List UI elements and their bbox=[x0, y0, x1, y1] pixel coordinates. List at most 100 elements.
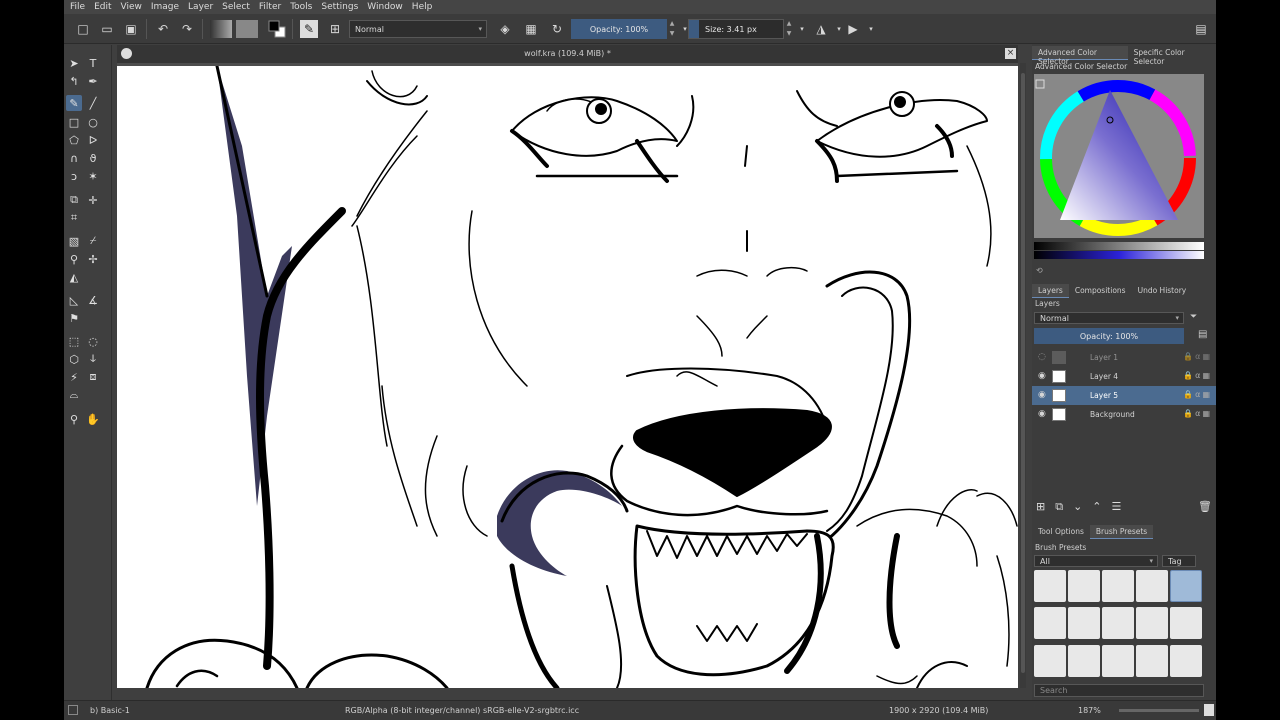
tab-advanced-color-selector[interactable]: Advanced Color Selector bbox=[1032, 46, 1128, 66]
new-document-icon[interactable]: □ bbox=[74, 20, 92, 38]
menu-edit[interactable]: Edit bbox=[94, 2, 111, 12]
preset-filter-dropdown[interactable]: All ▾ bbox=[1034, 555, 1158, 567]
dynamic-brush-icon[interactable]: ↄ bbox=[66, 168, 82, 184]
drawing-canvas[interactable] bbox=[117, 66, 1018, 688]
eye-icon[interactable]: ◉ bbox=[1038, 371, 1046, 381]
colorspace-label[interactable]: RGB/Alpha (8-bit integer/channel) sRGB-e… bbox=[345, 706, 579, 715]
filter-icon[interactable]: ⏷ bbox=[1190, 312, 1197, 322]
fill-tool-icon[interactable]: ◭ bbox=[66, 269, 82, 285]
tag-dropdown[interactable]: Tag bbox=[1162, 555, 1196, 567]
color-wheel[interactable] bbox=[1034, 74, 1204, 238]
layer-row[interactable]: ◉ Layer 4 🔒α▦ bbox=[1032, 367, 1216, 386]
add-layer-icon[interactable]: ⊞ bbox=[1036, 500, 1055, 513]
mirror-horizontal-icon[interactable]: ◮ bbox=[812, 20, 830, 38]
layer-blend-dropdown[interactable]: Normal ▾ bbox=[1034, 312, 1184, 324]
mirror-vertical-icon[interactable]: ▶ bbox=[844, 20, 862, 38]
grid-presets-icon[interactable]: ⊞ bbox=[326, 20, 344, 38]
brush-preset-smudge[interactable] bbox=[1102, 607, 1134, 640]
lock-icon[interactable]: 🔒α▦ bbox=[1183, 409, 1212, 418]
menu-file[interactable]: File bbox=[70, 2, 85, 12]
fullscreen-icon[interactable] bbox=[1204, 704, 1214, 716]
opacity-spinner[interactable]: ▲ ▼ bbox=[668, 19, 676, 39]
undo-icon[interactable]: ↶ bbox=[154, 20, 172, 38]
brush-preset-liner[interactable] bbox=[1170, 607, 1202, 640]
polygon-tool-icon[interactable]: ⬠ bbox=[66, 132, 82, 148]
freehand-select-icon[interactable]: ↆ bbox=[85, 351, 101, 367]
eye-icon[interactable]: ◉ bbox=[1038, 390, 1046, 400]
layer-row-selected[interactable]: ◉ Layer 5 🔒α▦ bbox=[1032, 386, 1216, 405]
menu-settings[interactable]: Settings bbox=[321, 2, 358, 12]
tab-specific-color-selector[interactable]: Specific Color Selector bbox=[1128, 46, 1216, 66]
pan-tool-icon[interactable]: ✋ bbox=[85, 411, 101, 427]
polygon-select-icon[interactable]: ⬡ bbox=[66, 351, 82, 367]
eye-icon[interactable]: ◉ bbox=[1038, 409, 1046, 419]
crop-tool-icon[interactable]: ⌗ bbox=[66, 210, 82, 226]
menu-layer[interactable]: Layer bbox=[188, 2, 213, 12]
bezier-tool-icon[interactable]: ∩ bbox=[66, 150, 82, 166]
zoom-slider[interactable] bbox=[1119, 709, 1199, 712]
brush-preset-ink[interactable] bbox=[1136, 570, 1168, 602]
similar-select-icon[interactable]: ⧈ bbox=[85, 369, 101, 385]
scrollbar-thumb[interactable] bbox=[1021, 73, 1025, 673]
brush-preset-basic-1[interactable] bbox=[1170, 570, 1202, 602]
fg-bg-color-icon[interactable] bbox=[268, 20, 286, 38]
colorize-mask-icon[interactable]: ⚲ bbox=[66, 251, 82, 267]
assistant-tool-icon[interactable]: ◺ bbox=[66, 292, 82, 308]
gradient-icon[interactable] bbox=[210, 20, 232, 38]
ellipse-select-icon[interactable]: ◌ bbox=[85, 333, 101, 349]
brush-preset-pencil[interactable] bbox=[1068, 607, 1100, 640]
blend-mode-dropdown[interactable]: Normal ▾ bbox=[349, 20, 487, 38]
save-icon[interactable]: ▣ bbox=[122, 20, 140, 38]
menu-filter[interactable]: Filter bbox=[259, 2, 281, 12]
layer-flags-icon[interactable]: 🔒α▦ bbox=[1183, 371, 1212, 380]
redo-icon[interactable]: ↷ bbox=[178, 20, 196, 38]
brush-preset-blue[interactable] bbox=[1136, 644, 1168, 677]
calligraphy-icon[interactable]: ✒ bbox=[85, 73, 101, 89]
chevron-down-icon[interactable]: ▾ bbox=[793, 20, 811, 38]
reload-preset-icon[interactable]: ↻ bbox=[548, 20, 566, 38]
delete-layer-icon[interactable]: 🗑 bbox=[1198, 500, 1212, 513]
menu-help[interactable]: Help bbox=[412, 2, 433, 12]
brush-preset-orange[interactable] bbox=[1102, 644, 1134, 677]
refresh-icon[interactable]: ⟲ bbox=[1036, 266, 1043, 275]
preserve-alpha-icon[interactable]: ▦ bbox=[522, 20, 540, 38]
tab-brush-presets[interactable]: Brush Presets bbox=[1089, 525, 1154, 539]
move-tool-icon[interactable]: ✛ bbox=[85, 192, 101, 208]
layer-opacity-slider[interactable]: Opacity: 100% bbox=[1034, 328, 1184, 344]
color-history-bar[interactable] bbox=[1034, 242, 1204, 262]
line-tool-icon[interactable]: ╱ bbox=[85, 95, 101, 111]
layer-row[interactable]: ◉ Background 🔒α▦ bbox=[1032, 405, 1216, 424]
layer-thumbnail-toggle-icon[interactable]: ▤ bbox=[1198, 329, 1207, 340]
brush-preset-felt[interactable] bbox=[1034, 644, 1066, 677]
eraser-icon[interactable]: ◈ bbox=[496, 20, 514, 38]
brush-preset-chalk[interactable] bbox=[1068, 644, 1100, 677]
tab-compositions[interactable]: Compositions bbox=[1069, 284, 1132, 298]
move-up-icon[interactable]: ⌃ bbox=[1092, 500, 1111, 513]
menu-window[interactable]: Window bbox=[367, 2, 403, 12]
brush-preset-icon[interactable]: ✎ bbox=[300, 20, 318, 38]
rectangle-tool-icon[interactable]: □ bbox=[66, 114, 82, 130]
opacity-slider[interactable]: Opacity: 100% bbox=[571, 19, 667, 39]
ellipse-tool-icon[interactable]: ○ bbox=[85, 114, 101, 130]
edit-shapes-icon[interactable]: ↰ bbox=[66, 73, 82, 89]
menu-image[interactable]: Image bbox=[151, 2, 179, 12]
multibrush-icon[interactable]: ✶ bbox=[85, 168, 101, 184]
smart-patch-icon[interactable]: ✢ bbox=[85, 251, 101, 267]
brush-preset-fineliner[interactable] bbox=[1136, 607, 1168, 640]
move-down-icon[interactable]: ⌄ bbox=[1073, 500, 1092, 513]
tab-tool-options[interactable]: Tool Options bbox=[1032, 525, 1090, 539]
reference-tool-icon[interactable]: ⚑ bbox=[66, 310, 82, 326]
brush-preset-marker[interactable] bbox=[1034, 607, 1066, 640]
layer-properties-icon[interactable]: ☰ bbox=[1112, 500, 1132, 513]
layer-flags-icon[interactable]: 🔒α▦ bbox=[1183, 390, 1212, 399]
menu-select[interactable]: Select bbox=[222, 2, 250, 12]
transform-tool-icon[interactable]: ⧉ bbox=[66, 192, 82, 208]
menu-tools[interactable]: Tools bbox=[290, 2, 312, 12]
bezier-select-icon[interactable]: ⌓ bbox=[66, 387, 82, 403]
freehand-brush-icon[interactable]: ✎ bbox=[66, 95, 82, 111]
duplicate-layer-icon[interactable]: ⧉ bbox=[1055, 500, 1073, 513]
brush-preset-eraser[interactable] bbox=[1034, 570, 1066, 602]
menu-view[interactable]: View bbox=[121, 2, 142, 12]
tab-layers[interactable]: Layers bbox=[1032, 284, 1069, 298]
layer-row[interactable]: ◌ Layer 1 🔒α▦ bbox=[1032, 348, 1216, 367]
